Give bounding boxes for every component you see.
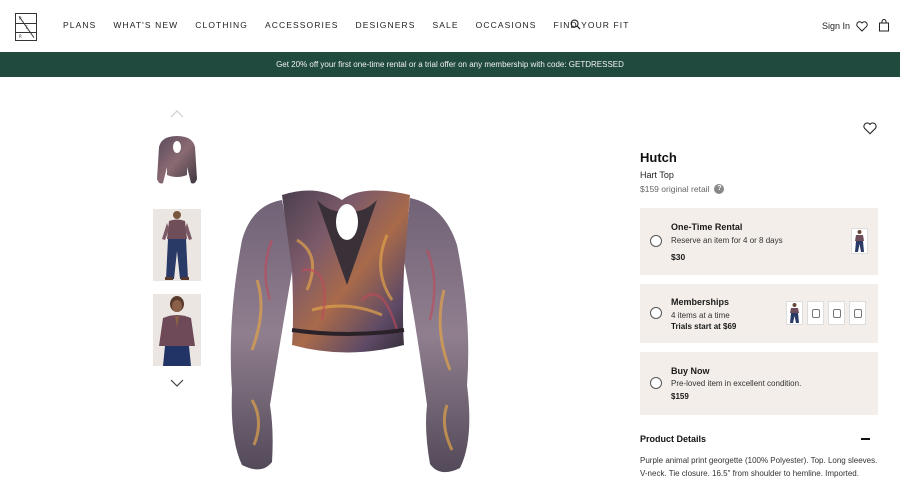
retail-price-text: $159 original retail [640,184,710,194]
thumbnail-model-closeup[interactable] [153,294,201,366]
option-desc: Pre-loved item in excellent condition. [671,379,802,388]
option-desc: 4 items at a time [671,311,730,320]
product-details-text: Purple animal print georgette (100% Poly… [640,456,878,478]
wishlist-heart-icon[interactable] [863,122,877,135]
heart-icon[interactable] [856,21,868,32]
membership-slot-product [786,301,803,325]
site-header: R T R PLANS WHAT'S NEW CLOTHING ACCESSOR… [0,0,900,52]
option-one-time-rental[interactable]: One-Time Rental Reserve an item for 4 or… [640,208,878,275]
bag-icon [833,309,841,318]
logo-letter: T [25,25,28,30]
search-icon[interactable] [570,19,581,30]
nav-occasions[interactable]: OCCASIONS [476,20,537,30]
rental-radio[interactable] [650,235,662,247]
buy-now-radio[interactable] [650,377,662,389]
product-details-heading[interactable]: Product Details [640,434,706,444]
thumbnail-model-full[interactable] [153,209,201,281]
membership-slot-empty [828,301,845,325]
option-title: One-Time Rental [671,222,743,232]
option-desc: Reserve an item for 4 or 8 days [671,236,783,245]
nav-find-your-fit[interactable]: FIND YOUR FIT [554,20,630,30]
membership-radio[interactable] [650,307,662,319]
rtr-logo[interactable]: R T R [15,13,37,41]
product-name: Hart Top [640,170,674,180]
option-title: Memberships [671,297,730,307]
option-price: $30 [671,252,686,262]
option-price: $159 [671,392,689,401]
collapse-minus-icon[interactable] [861,438,870,440]
sign-in-link[interactable]: Sign In [822,21,850,31]
option-price: Trials start at $69 [671,322,737,331]
shopping-bag-icon[interactable] [878,19,890,32]
rental-product-thumbnail [851,228,868,254]
membership-slot-empty [807,301,824,325]
nav-sale[interactable]: SALE [432,20,458,30]
chevron-down-icon[interactable] [170,379,184,388]
nav-clothing[interactable]: CLOTHING [195,20,248,30]
bag-icon [812,309,820,318]
nav-whats-new[interactable]: WHAT'S NEW [113,20,178,30]
thumbnail-product-back[interactable] [153,127,201,199]
logo-letter: R [19,34,22,39]
chevron-up-icon[interactable] [170,110,184,118]
retail-price: $159 original retail ? [640,184,725,194]
main-nav: PLANS WHAT'S NEW CLOTHING ACCESSORIES DE… [63,20,647,30]
main-product-image[interactable] [212,180,484,480]
nav-plans[interactable]: PLANS [63,20,96,30]
bag-icon [854,309,862,318]
logo-letter: R [19,16,22,21]
promo-banner[interactable]: Get 20% off your first one-time rental o… [0,52,900,77]
product-brand[interactable]: Hutch [640,150,677,165]
option-memberships[interactable]: Memberships 4 items at a time Trials sta… [640,284,878,343]
membership-slot-empty [849,301,866,325]
option-title: Buy Now [671,366,710,376]
option-buy-now[interactable]: Buy Now Pre-loved item in excellent cond… [640,352,878,415]
nav-accessories[interactable]: ACCESSORIES [265,20,339,30]
nav-designers[interactable]: DESIGNERS [356,20,416,30]
help-icon[interactable]: ? [714,184,725,194]
